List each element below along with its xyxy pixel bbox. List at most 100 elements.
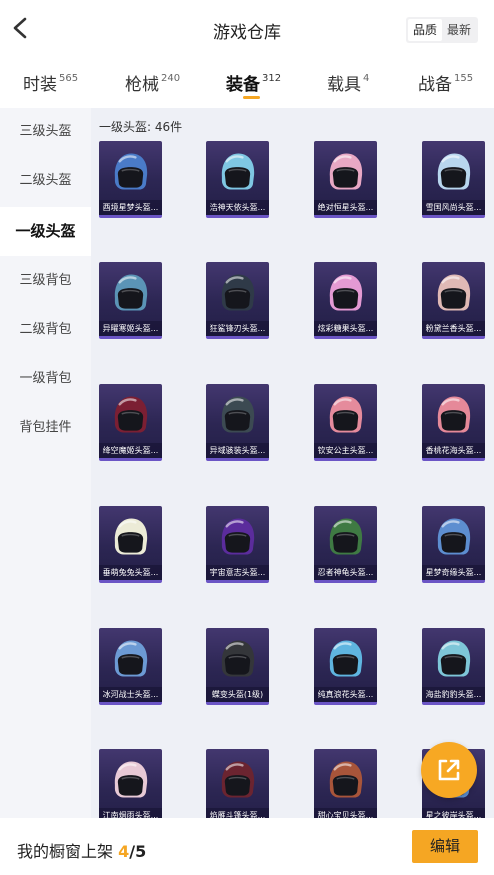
helmet-icon (221, 761, 255, 798)
tab-count: 240 (161, 73, 181, 84)
item-card[interactable]: 浩神天依头盔... (206, 141, 269, 218)
helmet-icon (221, 396, 255, 433)
item-name: 粉黛兰香头盔... (422, 321, 485, 336)
item-card[interactable]: 江南烟雨头盔... (99, 749, 162, 818)
item-name: 宇宙意志头盔... (206, 565, 269, 580)
item-name: 酉境星梦头盔... (99, 200, 162, 215)
helmet-icon (437, 274, 471, 311)
item-card[interactable]: 炫彩糖果头盔... (314, 262, 377, 339)
item-name: 异曜寒姬头盔... (99, 321, 162, 336)
item-name: 钦安公主头盔... (314, 443, 377, 458)
active-tab-indicator (243, 96, 260, 99)
showcase-label: 我的橱窗上架 (17, 842, 114, 861)
item-card[interactable]: 绛空魔姬头盔... (99, 384, 162, 461)
helmet-icon (114, 274, 148, 311)
item-card[interactable]: 忍者神龟头盔... (314, 506, 377, 583)
item-card[interactable]: 异域骇装头盔... (206, 384, 269, 461)
tab-vehicles[interactable]: 载具 4 (327, 70, 369, 95)
item-name: 星梦奇缘头盔... (422, 565, 485, 580)
item-name: 炫彩糖果头盔... (314, 321, 377, 336)
item-card[interactable]: 纯真浪花头盔... (314, 628, 377, 705)
item-name: 江南烟雨头盔... (99, 808, 162, 818)
item-card[interactable]: 垂萌兔兔头盔... (99, 506, 162, 583)
header: 游戏仓库 品质 最新 (0, 0, 494, 58)
showcase-status: 我的橱窗上架 4/5 (17, 838, 146, 862)
sidebar-item-level3-backpack[interactable]: 三级背包 (0, 258, 91, 304)
item-name: 浩神天依头盔... (206, 200, 269, 215)
sidebar-item-level1-backpack[interactable]: 一级背包 (0, 356, 91, 402)
helmet-icon (329, 640, 363, 677)
helmet-icon (221, 274, 255, 311)
helmet-icon (114, 396, 148, 433)
item-card[interactable]: 海盐豹豹头盔... (422, 628, 485, 705)
item-card[interactable]: 焰雁斗篷头盔... (206, 749, 269, 818)
bottom-bar: 我的橱窗上架 4/5 编辑 (0, 818, 494, 875)
item-card[interactable]: 雪国风尚头盔... (422, 141, 485, 218)
item-card[interactable]: 异曜寒姬头盔... (99, 262, 162, 339)
item-card[interactable]: 宇宙意志头盔... (206, 506, 269, 583)
tab-equipment[interactable]: 装备 312 (226, 70, 281, 95)
share-button[interactable] (421, 742, 477, 798)
item-card[interactable]: 粉黛兰香头盔... (422, 262, 485, 339)
item-name: 蝶变头盔(1级) (206, 687, 269, 702)
helmet-icon (114, 640, 148, 677)
sidebar-item-level1-helmet[interactable]: 一级头盔 (0, 207, 91, 256)
tab-label: 战备 (418, 75, 452, 95)
item-card[interactable]: 酉境星梦头盔... (99, 141, 162, 218)
sidebar-item-level2-helmet[interactable]: 二级头盔 (0, 158, 91, 204)
item-name: 雪国风尚头盔... (422, 200, 485, 215)
section-title: 一级头盔: 46件 (99, 120, 183, 134)
helmet-icon (437, 518, 471, 555)
item-name: 绝对恒星头盔... (314, 200, 377, 215)
tab-fashion[interactable]: 时装 565 (23, 70, 78, 95)
item-name: 香桃花海头盔... (422, 443, 485, 458)
tab-count: 565 (59, 73, 79, 84)
item-name: 焰雁斗篷头盔... (206, 808, 269, 818)
item-card[interactable]: 钦安公主头盔... (314, 384, 377, 461)
sort-by-latest-button[interactable]: 最新 (442, 19, 476, 41)
sidebar-item-level3-helmet[interactable]: 三级头盔 (0, 109, 91, 155)
helmet-icon (329, 153, 363, 190)
item-name: 忍者神龟头盔... (314, 565, 377, 580)
item-card[interactable]: 星梦奇缘头盔... (422, 506, 485, 583)
sidebar-item-backpack-pendant[interactable]: 背包挂件 (0, 405, 91, 451)
item-name: 异域骇装头盔... (206, 443, 269, 458)
helmet-icon (114, 153, 148, 190)
item-name: 冰河战士头盔... (99, 687, 162, 702)
sort-toggle: 品质 最新 (406, 17, 478, 43)
tab-label: 装备 (226, 75, 260, 95)
item-name: 狂鲨锋刃头盔... (206, 321, 269, 336)
sort-by-quality-button[interactable]: 品质 (408, 19, 442, 41)
helmet-icon (114, 761, 148, 798)
item-card[interactable]: 绝对恒星头盔... (314, 141, 377, 218)
item-card[interactable]: 甜心宝贝头盔... (314, 749, 377, 818)
helmet-icon (329, 518, 363, 555)
tab-label: 枪械 (125, 75, 159, 95)
helmet-icon (114, 518, 148, 555)
tab-label: 时装 (23, 75, 57, 95)
showcase-total-count: /5 (129, 842, 147, 861)
helmet-icon (221, 640, 255, 677)
tab-label: 载具 (327, 75, 361, 95)
edit-button[interactable]: 编辑 (412, 830, 478, 863)
item-name: 垂萌兔兔头盔... (99, 565, 162, 580)
item-name: 绛空魔姬头盔... (99, 443, 162, 458)
item-grid-panel: 一级头盔: 46件 酉境星梦头盔... 浩神天依头盔... 绝对恒星头盔... 雪国风… (91, 108, 494, 818)
showcase-current-count: 4 (118, 842, 130, 861)
helmet-icon (221, 518, 255, 555)
item-card[interactable]: 香桃花海头盔... (422, 384, 485, 461)
tab-count: 4 (363, 73, 370, 84)
tab-count: 312 (262, 73, 282, 84)
share-icon (438, 759, 460, 781)
item-card[interactable]: 冰河战士头盔... (99, 628, 162, 705)
helmet-icon (437, 396, 471, 433)
tab-count: 155 (454, 73, 474, 84)
helmet-icon (437, 640, 471, 677)
item-name: 纯真浪花头盔... (314, 687, 377, 702)
item-card[interactable]: 狂鲨锋刃头盔... (206, 262, 269, 339)
tab-firearms[interactable]: 枪械 240 (125, 70, 180, 95)
item-name: 星之彼岸头盔... (422, 808, 485, 818)
sidebar-item-level2-backpack[interactable]: 二级背包 (0, 307, 91, 353)
tab-combat-supplies[interactable]: 战备 155 (418, 70, 473, 95)
item-card[interactable]: 蝶变头盔(1级) (206, 628, 269, 705)
